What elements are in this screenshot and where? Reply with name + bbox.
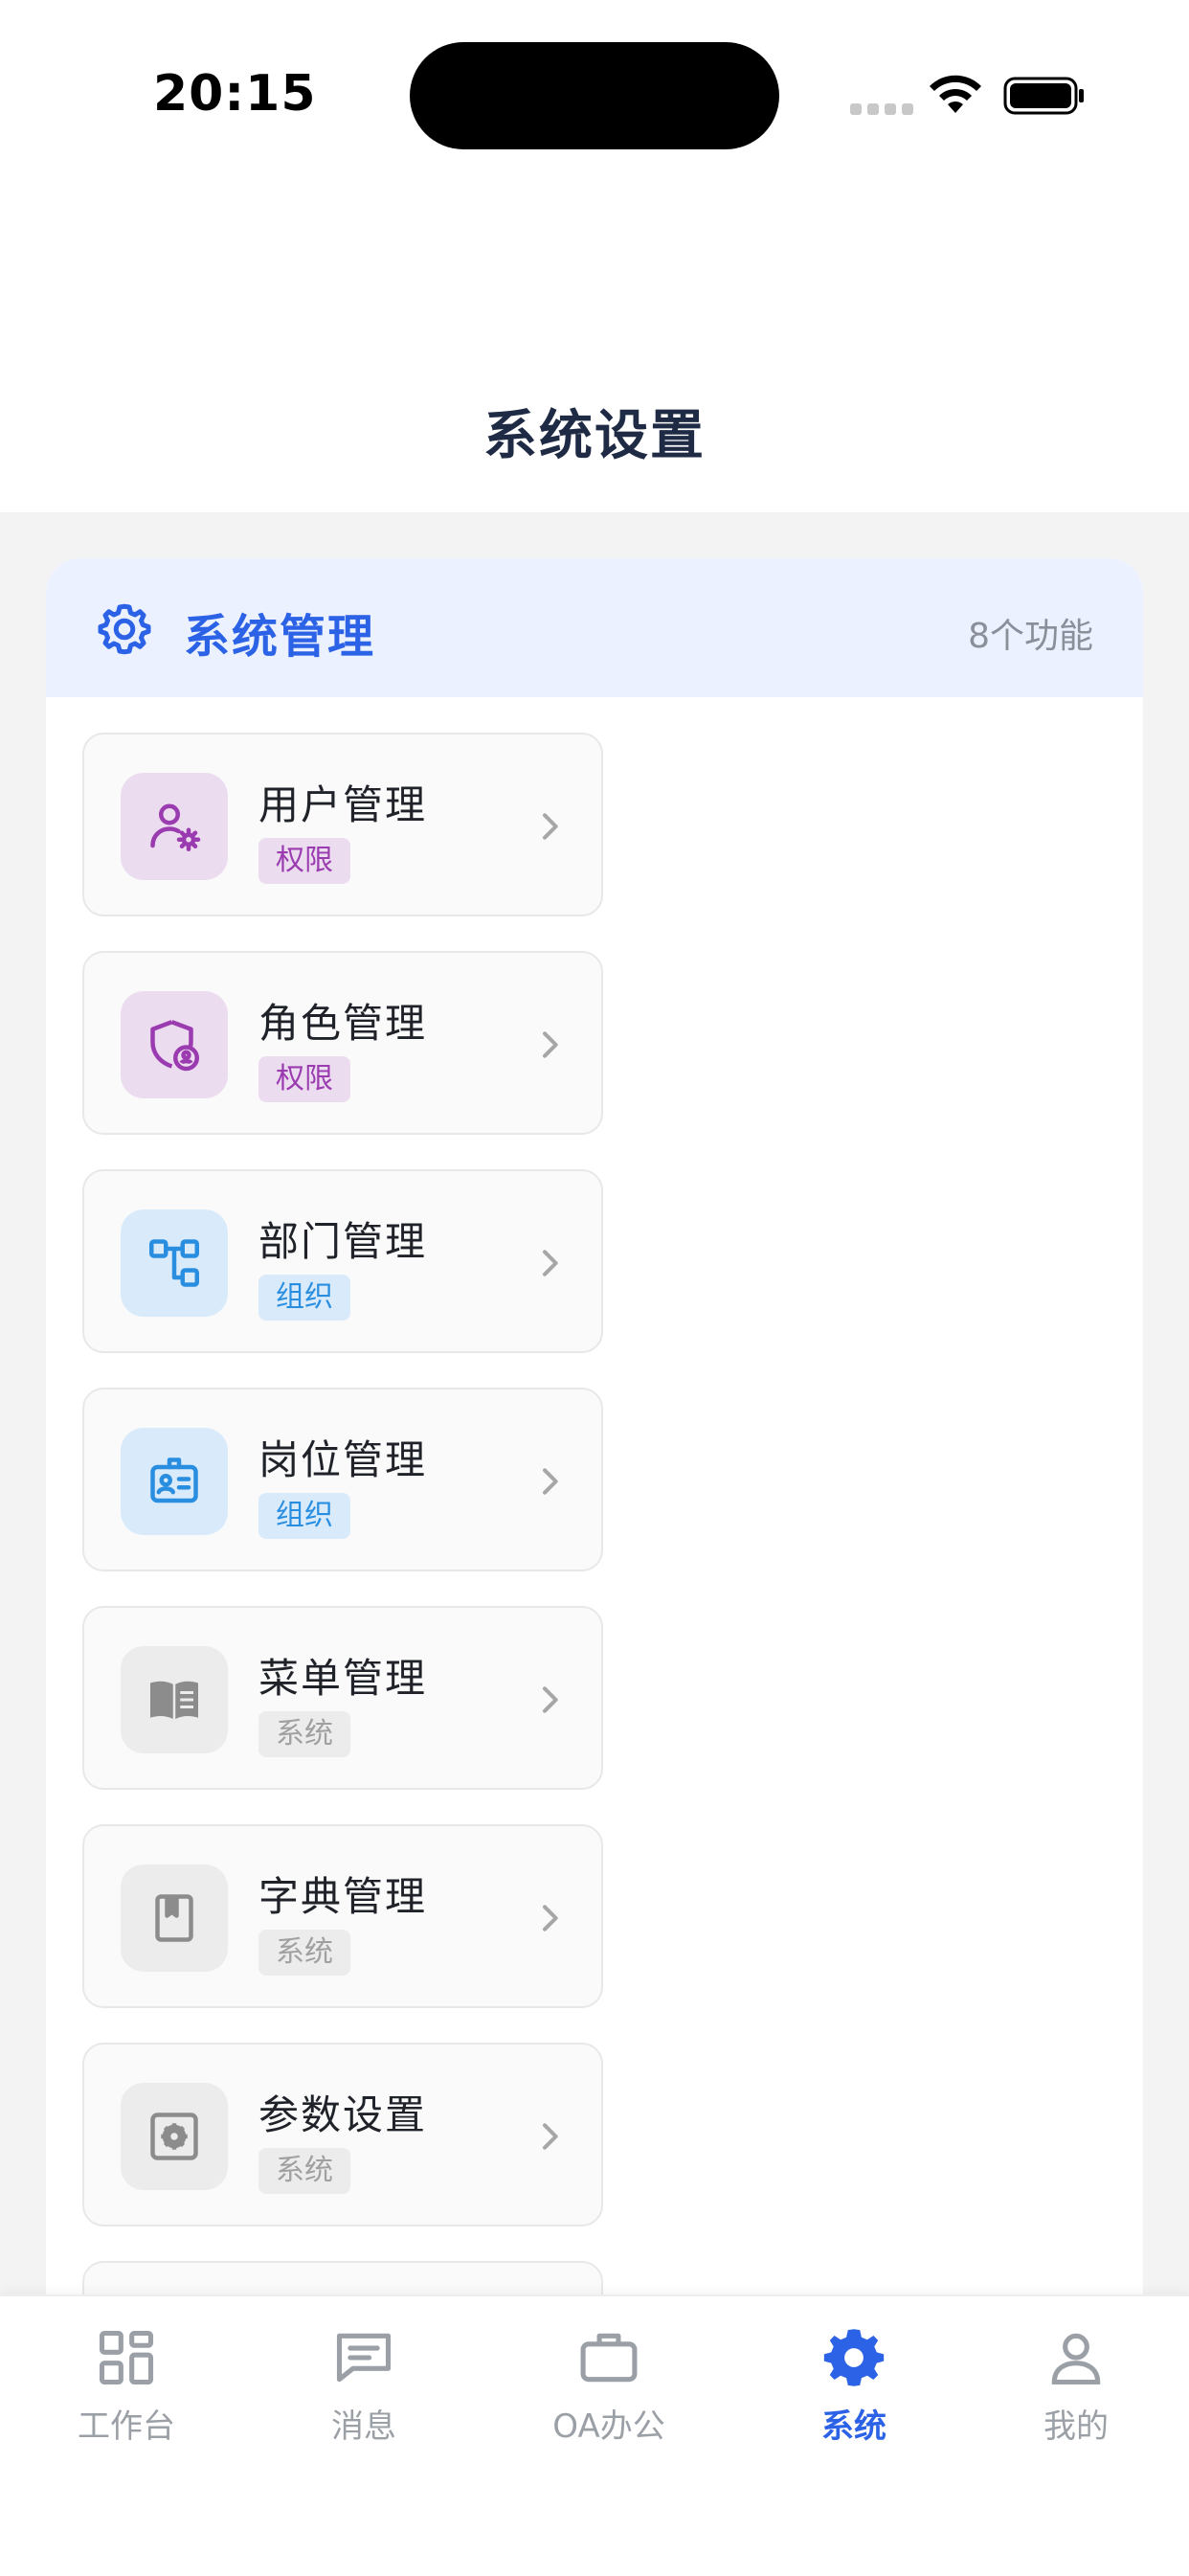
chevron-right-icon (543, 1686, 558, 1713)
position-management-item[interactable]: 岗位管理 组织 (82, 1388, 603, 1571)
tab-workbench[interactable]: 工作台 (31, 2325, 222, 2459)
dynamic-island (410, 42, 779, 149)
briefcase-icon (580, 2333, 638, 2383)
item-title: 字典管理 (258, 1873, 428, 1920)
nav-bar: 系统设置 (0, 192, 1189, 512)
page-title: 系统设置 (483, 405, 706, 467)
status-bar: 20:15 (0, 0, 1189, 192)
tab-oa-office[interactable]: OA办公 (513, 2325, 705, 2459)
dashboard-icon (99, 2330, 154, 2385)
tab-system[interactable]: 系统 (758, 2325, 950, 2459)
menu-management-item[interactable]: 菜单管理 系统 (82, 1606, 603, 1790)
item-tag: 系统 (258, 2148, 350, 2194)
org-tree-icon (121, 1209, 228, 1317)
item-tag: 组织 (258, 1275, 350, 1321)
book-open-icon (121, 1646, 228, 1753)
badge-icon (121, 1428, 228, 1535)
tab-label: 我的 (1043, 2407, 1109, 2446)
chevron-right-icon (543, 1031, 558, 1058)
chevron-right-icon (543, 813, 558, 840)
item-tag: 系统 (258, 1930, 350, 1976)
cellular-signal-icon (850, 103, 913, 115)
user-management-item[interactable]: 用户管理 权限 (82, 733, 603, 916)
user-settings-icon (121, 773, 228, 880)
message-icon (336, 2333, 392, 2383)
item-tag: 系统 (258, 1711, 350, 1757)
shield-user-icon (121, 991, 228, 1098)
tab-label: 消息 (331, 2407, 396, 2446)
chevron-right-icon (543, 2123, 558, 2150)
gear-icon (823, 2329, 885, 2386)
chevron-right-icon (543, 1468, 558, 1495)
dictionary-management-item[interactable]: 字典管理 系统 (82, 1824, 603, 2008)
bottom-tab-bar: 工作台 消息 OA办公 系统 我的 (0, 2294, 1189, 2576)
item-title: 角色管理 (258, 1000, 428, 1047)
item-tag: 权限 (258, 838, 350, 884)
system-management-section: 系统管理 8个功能 用户管理 权限 角色管理 权限 部门管理 组织 岗位管理 组… (46, 558, 1143, 2378)
parameter-settings-item[interactable]: 参数设置 系统 (82, 2043, 603, 2226)
settings-box-icon (121, 2083, 228, 2190)
item-tag: 权限 (258, 1056, 350, 1102)
tab-label: 工作台 (78, 2407, 175, 2446)
item-title: 菜单管理 (258, 1655, 428, 1702)
item-tag: 组织 (258, 1493, 350, 1539)
item-title: 参数设置 (258, 2091, 428, 2138)
chevron-right-icon (543, 1250, 558, 1277)
status-time: 20:15 (153, 65, 317, 123)
chevron-right-icon (543, 1905, 558, 1932)
battery-icon (1003, 77, 1084, 115)
user-icon (1051, 2333, 1101, 2385)
tab-label: OA办公 (552, 2407, 665, 2446)
tab-messages[interactable]: 消息 (268, 2325, 460, 2459)
department-management-item[interactable]: 部门管理 组织 (82, 1169, 603, 1353)
item-title: 部门管理 (258, 1218, 428, 1265)
item-title: 岗位管理 (258, 1436, 428, 1483)
section-feature-count: 8个功能 (968, 617, 1093, 656)
wifi-icon (930, 75, 981, 113)
section-header: 系统管理 8个功能 (46, 558, 1143, 697)
role-management-item[interactable]: 角色管理 权限 (82, 951, 603, 1135)
item-title: 用户管理 (258, 781, 428, 828)
section-title: 系统管理 (184, 610, 376, 664)
tab-mine[interactable]: 我的 (980, 2325, 1172, 2459)
gear-icon (98, 603, 151, 655)
bookmark-book-icon (121, 1864, 228, 1972)
tab-label: 系统 (821, 2407, 886, 2446)
